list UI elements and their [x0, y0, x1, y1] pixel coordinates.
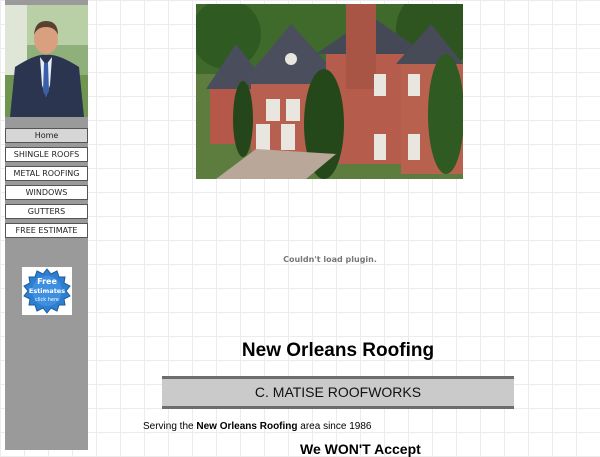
nav-free-estimate[interactable]: FREE ESTIMATE — [5, 223, 88, 238]
serving-suffix: area since 1986 — [297, 421, 372, 432]
page-title: New Orleans Roofing — [241, 340, 435, 361]
nav-metal-roofing[interactable]: METAL ROOFING — [5, 166, 88, 181]
nav-home[interactable]: Home — [5, 128, 88, 143]
serving-bold: New Orleans Roofing — [196, 421, 298, 432]
nav-windows[interactable]: WINDOWS — [5, 185, 88, 200]
partial-heading: We WON'T Accept — [300, 441, 421, 457]
badge-line1: Free — [37, 277, 57, 286]
badge-line2: Estimates — [29, 287, 65, 295]
badge-line3: click here — [35, 297, 59, 303]
sidebar: Home SHINGLE ROOFS METAL ROOFING WINDOWS… — [5, 0, 88, 450]
plugin-error-message: Couldn't load plugin. — [283, 255, 377, 264]
nav-shingle-roofs[interactable]: SHINGLE ROOFS — [5, 147, 88, 162]
owner-portrait — [5, 5, 88, 117]
serving-prefix: Serving the — [143, 421, 197, 432]
house-photo — [196, 4, 463, 179]
free-estimates-badge[interactable]: Free Estimates click here — [22, 267, 72, 315]
nav-gutters[interactable]: GUTTERS — [5, 204, 88, 219]
company-banner: C. MATISE ROOFWORKS — [162, 376, 514, 409]
serving-text: Serving the New Orleans Roofing area sin… — [143, 421, 371, 432]
